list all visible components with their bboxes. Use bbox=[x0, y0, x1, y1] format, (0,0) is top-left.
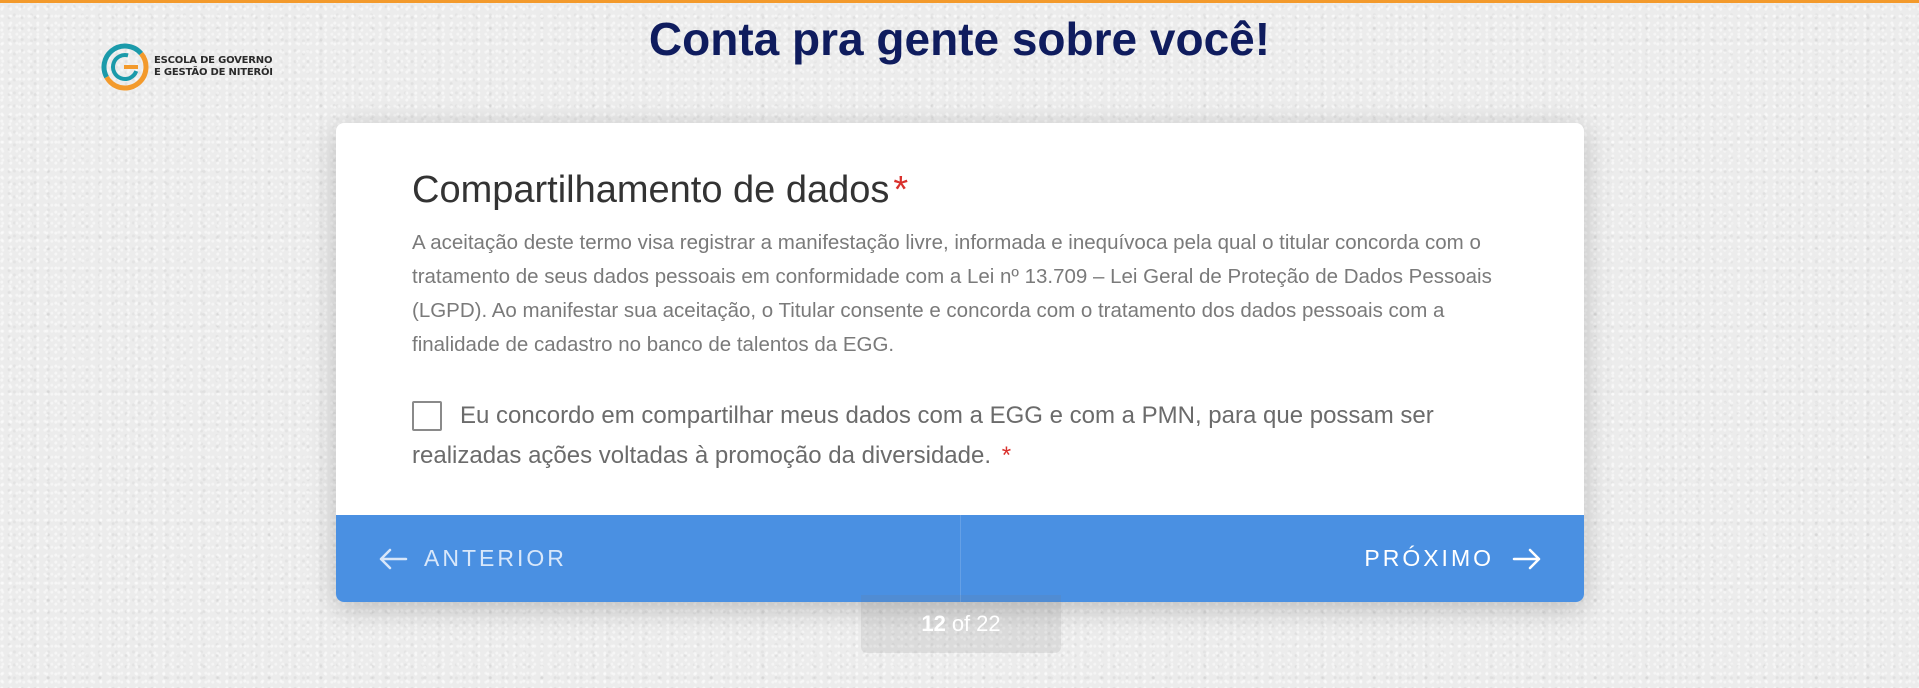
question-title-text: Compartilhamento de dados bbox=[412, 169, 890, 211]
question-title: Compartilhamento de dados * bbox=[412, 169, 1508, 212]
consent-required-marker: * bbox=[1001, 442, 1012, 469]
page-counter: 12 of 22 bbox=[861, 595, 1061, 653]
consent-label: Eu concordo em compartilhar meus dados c… bbox=[412, 402, 1434, 469]
question-card: Compartilhamento de dados * A aceitação d… bbox=[336, 123, 1584, 602]
page-title: Conta pra gente sobre você! bbox=[648, 13, 1271, 65]
next-button[interactable]: PRÓXIMO bbox=[961, 515, 1585, 602]
previous-button[interactable]: ANTERIOR bbox=[336, 515, 961, 602]
page-current: 12 bbox=[921, 611, 946, 636]
page-total: 22 bbox=[976, 611, 1001, 636]
arrow-left-icon bbox=[379, 548, 408, 569]
required-marker: * bbox=[893, 169, 909, 211]
arrow-right-icon bbox=[1512, 548, 1541, 569]
consent-option[interactable]: Eu concordo em compartilhar meus dados c… bbox=[412, 396, 1508, 476]
navigation-bar: ANTERIOR PRÓXIMO bbox=[336, 515, 1584, 602]
consent-checkbox[interactable] bbox=[412, 401, 442, 431]
page-of-label: of bbox=[951, 611, 971, 636]
logo-text-line2: E GESTÃO DE NITERÓI bbox=[154, 67, 273, 78]
question-body: Compartilhamento de dados * A aceitação d… bbox=[336, 123, 1584, 476]
previous-button-label: ANTERIOR bbox=[424, 545, 567, 571]
top-accent-bar bbox=[0, 0, 1919, 3]
next-button-label: PRÓXIMO bbox=[1364, 545, 1494, 571]
question-description: A aceitação deste termo visa registrar a… bbox=[412, 231, 1492, 356]
